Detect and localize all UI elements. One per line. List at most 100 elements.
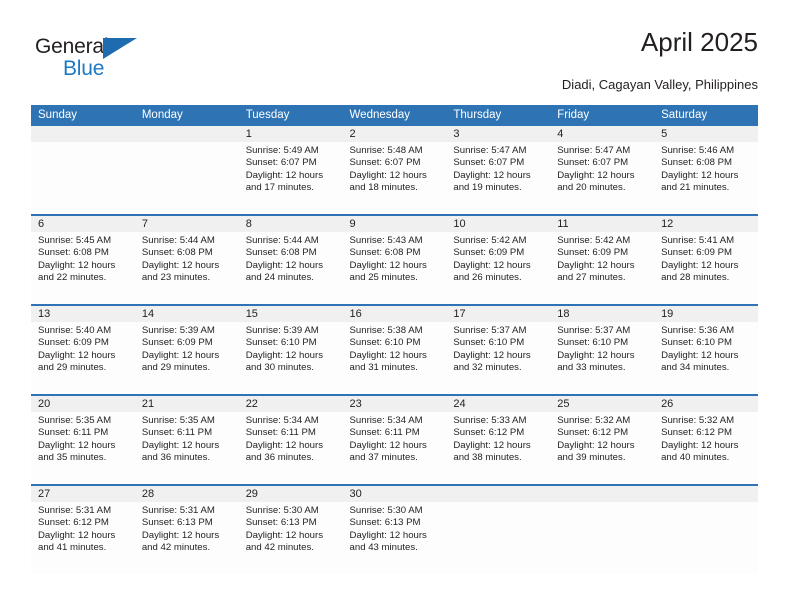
sunset-text: Sunset: 6:08 PM xyxy=(661,157,732,169)
calendar-day-cell[interactable]: 12 Sunrise: 5:41 AM Sunset: 6:09 PM Dayligh… xyxy=(654,214,758,305)
calendar-day-cell[interactable]: 18 Sunrise: 5:37 AM Sunset: 6:10 PM Dayligh… xyxy=(550,304,655,395)
day-cell-inner: 16 Sunrise: 5:38 AM Sunset: 6:10 PM Dayligh… xyxy=(342,306,447,394)
sunrise-text: Sunrise: 5:35 AM xyxy=(141,415,215,426)
calendar-day-cell[interactable]: 17 Sunrise: 5:37 AM Sunset: 6:10 PM Dayligh… xyxy=(446,304,551,395)
calendar-day-cell[interactable]: 24 Sunrise: 5:33 AM Sunset: 6:12 PM Dayligh… xyxy=(446,394,551,485)
day-details: Sunrise: 5:39 AM Sunset: 6:10 PM Daylight:… xyxy=(239,322,343,375)
calendar-day-cell[interactable]: 19 Sunrise: 5:36 AM Sunset: 6:10 PM Dayligh… xyxy=(654,304,758,395)
sunrise-text: Sunrise: 5:43 AM xyxy=(349,235,423,246)
daylight-text: Daylight: 12 hours and 41 minutes. xyxy=(38,529,116,554)
sunrise-text: Sunrise: 5:41 AM xyxy=(661,235,735,246)
calendar-day-cell[interactable]: 8 Sunrise: 5:44 AM Sunset: 6:08 PM Daylight… xyxy=(238,214,343,305)
daylight-text: Daylight: 12 hours and 30 minutes. xyxy=(245,349,324,374)
calendar-week-row: 13 Sunrise: 5:40 AM Sunset: 6:09 PM Dayligh… xyxy=(31,304,758,395)
calendar-day-cell[interactable]: 23 Sunrise: 5:34 AM Sunset: 6:11 PM Dayligh… xyxy=(342,394,447,485)
day-number: 8 xyxy=(238,216,343,232)
calendar-day-cell[interactable]: 16 Sunrise: 5:38 AM Sunset: 6:10 PM Dayligh… xyxy=(342,304,447,395)
daylight-text: Daylight: 12 hours and 32 minutes. xyxy=(453,349,531,374)
sunrise-text: Sunrise: 5:36 AM xyxy=(661,325,735,336)
day-details: Sunrise: 5:42 AM Sunset: 6:09 PM Daylight:… xyxy=(550,232,654,285)
sunset-text: Sunset: 6:07 PM xyxy=(349,157,421,169)
calendar-day-cell[interactable]: 4 Sunrise: 5:47 AM Sunset: 6:07 PM Daylight… xyxy=(550,126,655,215)
day-number: 20 xyxy=(31,396,135,412)
sunset-text: Sunset: 6:13 PM xyxy=(349,517,421,529)
day-details: Sunrise: 5:43 AM Sunset: 6:08 PM Daylight:… xyxy=(343,232,447,285)
day-number: 17 xyxy=(446,306,551,322)
day-number: 27 xyxy=(31,486,135,502)
sunrise-text: Sunrise: 5:34 AM xyxy=(349,415,423,426)
calendar-week-row: 1 Sunrise: 5:49 AM Sunset: 6:07 PM Daylight… xyxy=(31,126,758,215)
calendar-day-cell[interactable]: 30 Sunrise: 5:30 AM Sunset: 6:13 PM Dayligh… xyxy=(342,484,447,574)
calendar-day-cell[interactable]: 2 Sunrise: 5:48 AM Sunset: 6:07 PM Daylight… xyxy=(342,126,447,215)
day-cell-inner: 7 Sunrise: 5:44 AM Sunset: 6:08 PM Daylight… xyxy=(134,216,239,304)
day-number: 16 xyxy=(342,306,447,322)
day-cell-inner: 8 Sunrise: 5:44 AM Sunset: 6:08 PM Daylight… xyxy=(238,216,343,304)
page-subtitle: Diadi, Cagayan Valley, Philippines xyxy=(561,77,758,92)
daylight-text: Daylight: 12 hours and 22 minutes. xyxy=(38,259,116,284)
weekday-header-sunday: Sunday xyxy=(31,105,135,126)
day-details: Sunrise: 5:41 AM Sunset: 6:09 PM Daylight:… xyxy=(654,232,758,285)
day-cell-inner xyxy=(550,486,655,574)
calendar-day-cell[interactable]: 9 Sunrise: 5:43 AM Sunset: 6:08 PM Daylight… xyxy=(342,214,447,305)
day-cell-inner: 25 Sunrise: 5:32 AM Sunset: 6:12 PM Dayligh… xyxy=(550,396,655,484)
calendar-table: Sunday Monday Tuesday Wednesday Thursday… xyxy=(31,105,758,574)
day-cell-inner: 18 Sunrise: 5:37 AM Sunset: 6:10 PM Dayligh… xyxy=(550,306,655,394)
calendar-day-cell[interactable]: 25 Sunrise: 5:32 AM Sunset: 6:12 PM Dayligh… xyxy=(550,394,655,485)
calendar-day-cell[interactable]: 20 Sunrise: 5:35 AM Sunset: 6:11 PM Dayligh… xyxy=(31,394,135,485)
calendar-day-cell[interactable]: 22 Sunrise: 5:34 AM Sunset: 6:11 PM Dayligh… xyxy=(238,394,343,485)
calendar-header-row: Sunday Monday Tuesday Wednesday Thursday… xyxy=(31,105,758,126)
day-cell-inner: 28 Sunrise: 5:31 AM Sunset: 6:13 PM Dayligh… xyxy=(134,486,239,574)
calendar-day-cell[interactable]: 29 Sunrise: 5:30 AM Sunset: 6:13 PM Dayligh… xyxy=(238,484,343,574)
day-number: 18 xyxy=(550,306,655,322)
calendar-day-cell[interactable]: 11 Sunrise: 5:42 AM Sunset: 6:09 PM Dayligh… xyxy=(550,214,655,305)
calendar-day-cell[interactable]: 5 Sunrise: 5:46 AM Sunset: 6:08 PM Daylight… xyxy=(654,126,758,215)
day-number xyxy=(654,486,758,502)
calendar-day-cell[interactable]: 26 Sunrise: 5:32 AM Sunset: 6:12 PM Dayligh… xyxy=(654,394,758,485)
calendar-day-cell[interactable]: 28 Sunrise: 5:31 AM Sunset: 6:13 PM Dayligh… xyxy=(134,484,239,574)
sunrise-text: Sunrise: 5:47 AM xyxy=(453,145,527,156)
calendar-day-cell xyxy=(446,484,551,574)
calendar-day-cell[interactable]: 10 Sunrise: 5:42 AM Sunset: 6:09 PM Dayligh… xyxy=(446,214,551,305)
calendar-week-row: 27 Sunrise: 5:31 AM Sunset: 6:12 PM Dayligh… xyxy=(31,484,758,574)
sunset-text: Sunset: 6:09 PM xyxy=(38,337,109,349)
day-details: Sunrise: 5:44 AM Sunset: 6:08 PM Daylight:… xyxy=(135,232,239,285)
daylight-text: Daylight: 12 hours and 29 minutes. xyxy=(141,349,220,374)
day-number: 2 xyxy=(342,126,447,142)
calendar-day-cell[interactable]: 15 Sunrise: 5:39 AM Sunset: 6:10 PM Dayligh… xyxy=(238,304,343,395)
day-number: 6 xyxy=(31,216,135,232)
day-cell-inner xyxy=(134,126,239,214)
day-details: Sunrise: 5:44 AM Sunset: 6:08 PM Daylight:… xyxy=(239,232,343,285)
calendar-day-cell[interactable]: 3 Sunrise: 5:47 AM Sunset: 6:07 PM Daylight… xyxy=(446,126,551,215)
calendar-day-cell[interactable]: 6 Sunrise: 5:45 AM Sunset: 6:08 PM Daylight… xyxy=(31,214,135,305)
logo-text-blue: Blue xyxy=(63,57,105,80)
calendar-day-cell[interactable]: 1 Sunrise: 5:49 AM Sunset: 6:07 PM Daylight… xyxy=(238,126,343,215)
day-number: 30 xyxy=(342,486,447,502)
calendar-week-row: 6 Sunrise: 5:45 AM Sunset: 6:08 PM Daylight… xyxy=(31,214,758,305)
day-details: Sunrise: 5:38 AM Sunset: 6:10 PM Daylight:… xyxy=(343,322,447,375)
daylight-text: Daylight: 12 hours and 38 minutes. xyxy=(453,439,531,464)
daylight-text: Daylight: 12 hours and 21 minutes. xyxy=(661,169,739,194)
calendar-day-cell[interactable]: 27 Sunrise: 5:31 AM Sunset: 6:12 PM Dayligh… xyxy=(31,484,135,574)
sunrise-text: Sunrise: 5:31 AM xyxy=(141,505,215,516)
day-details: Sunrise: 5:47 AM Sunset: 6:07 PM Daylight:… xyxy=(446,142,550,195)
day-cell-inner: 17 Sunrise: 5:37 AM Sunset: 6:10 PM Dayligh… xyxy=(446,306,551,394)
day-cell-inner: 20 Sunrise: 5:35 AM Sunset: 6:11 PM Dayligh… xyxy=(31,396,135,484)
day-number: 21 xyxy=(134,396,239,412)
calendar-day-cell[interactable]: 13 Sunrise: 5:40 AM Sunset: 6:09 PM Dayligh… xyxy=(31,304,135,395)
day-details: Sunrise: 5:30 AM Sunset: 6:13 PM Daylight:… xyxy=(343,502,447,555)
day-cell-inner: 14 Sunrise: 5:39 AM Sunset: 6:09 PM Dayligh… xyxy=(134,306,239,394)
sunrise-text: Sunrise: 5:48 AM xyxy=(349,145,423,156)
day-details: Sunrise: 5:31 AM Sunset: 6:12 PM Daylight:… xyxy=(31,502,135,555)
sunrise-text: Sunrise: 5:35 AM xyxy=(38,415,112,426)
day-number: 29 xyxy=(238,486,343,502)
day-number: 24 xyxy=(446,396,551,412)
calendar-day-cell[interactable]: 21 Sunrise: 5:35 AM Sunset: 6:11 PM Dayligh… xyxy=(134,394,239,485)
day-cell-inner xyxy=(31,126,135,214)
calendar-week-row: 20 Sunrise: 5:35 AM Sunset: 6:11 PM Dayligh… xyxy=(31,394,758,485)
calendar-day-cell[interactable]: 7 Sunrise: 5:44 AM Sunset: 6:08 PM Daylight… xyxy=(134,214,239,305)
general-blue-logo[interactable]: General Blue xyxy=(35,36,165,88)
sunrise-text: Sunrise: 5:46 AM xyxy=(661,145,735,156)
sunset-text: Sunset: 6:10 PM xyxy=(245,337,317,349)
calendar-day-cell[interactable]: 14 Sunrise: 5:39 AM Sunset: 6:09 PM Dayligh… xyxy=(134,304,239,395)
day-cell-inner: 12 Sunrise: 5:41 AM Sunset: 6:09 PM Dayligh… xyxy=(654,216,758,304)
